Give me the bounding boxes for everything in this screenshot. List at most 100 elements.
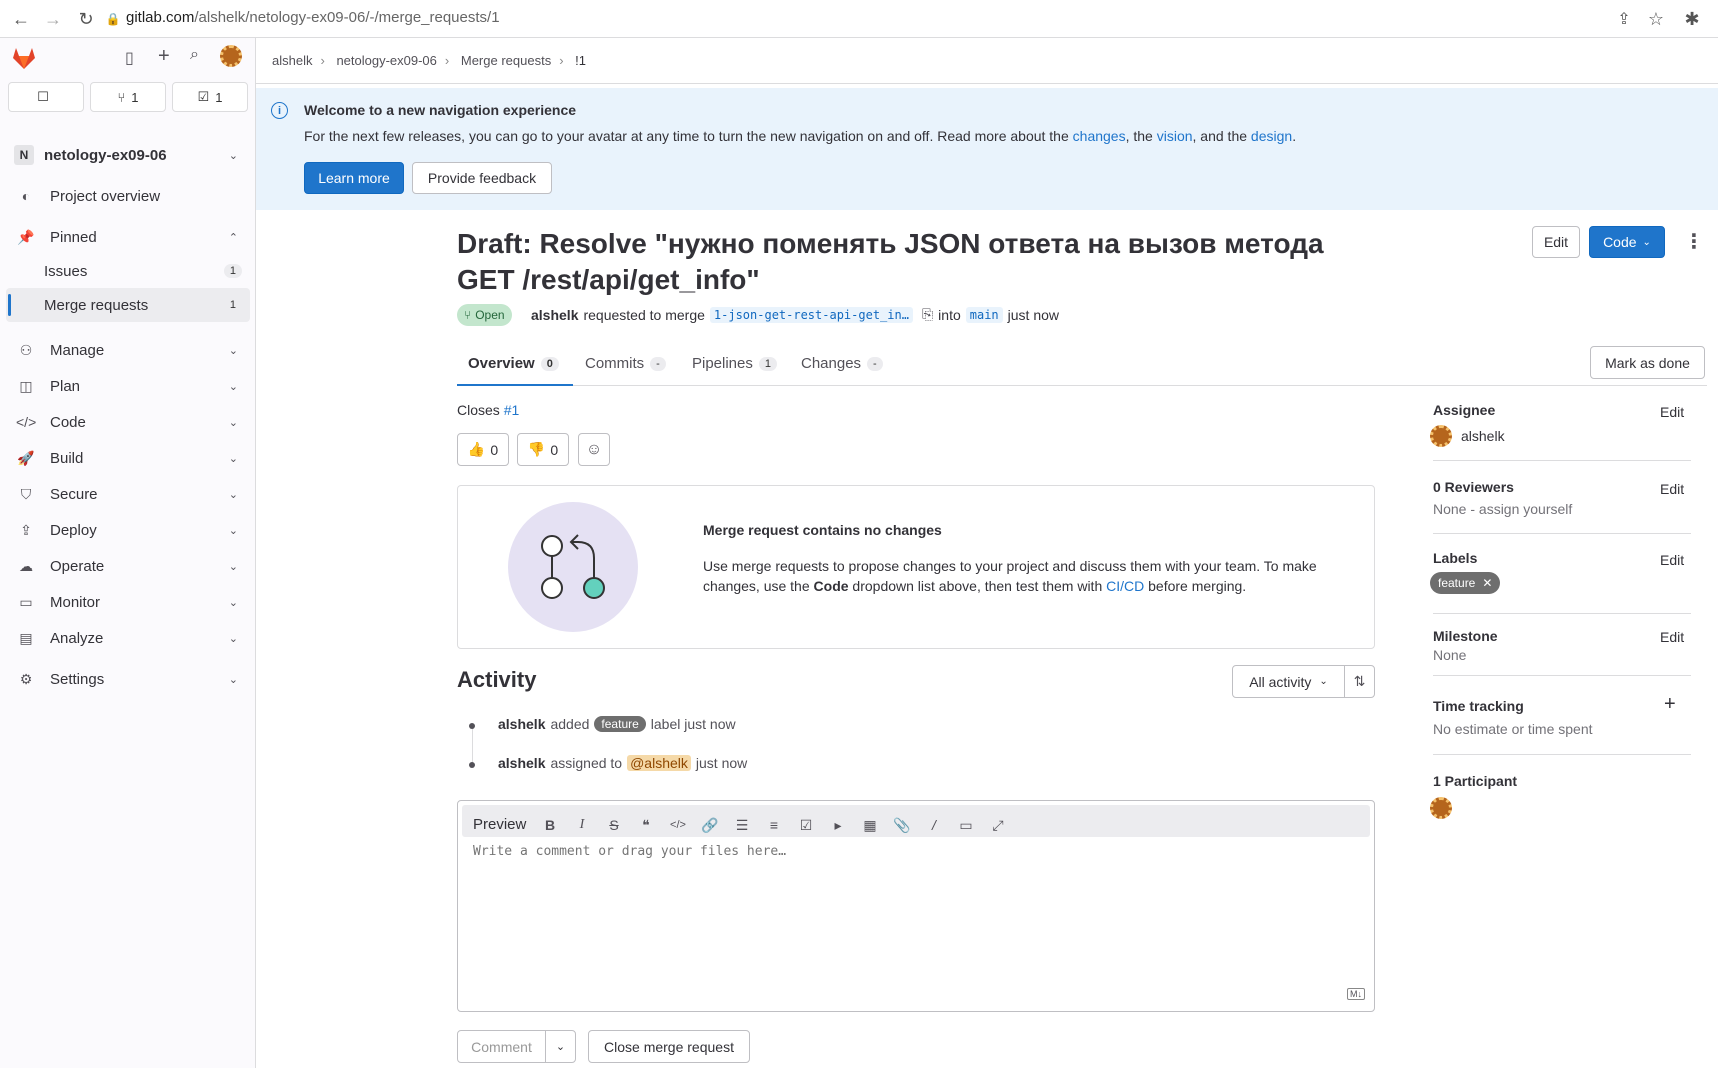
edit-button[interactable]: Edit [1532, 226, 1580, 258]
comment-template-icon[interactable]: ▭ [954, 813, 978, 837]
thumbs-up-button[interactable]: 👍 0 [457, 433, 509, 466]
reviewers-heading: 0 Reviewers [1433, 479, 1514, 495]
issue-link[interactable]: #1 [504, 402, 520, 418]
close-merge-request-button[interactable]: Close merge request [588, 1030, 750, 1063]
plus-icon[interactable]: + [158, 45, 170, 68]
sort-order-button[interactable]: ⇅ [1344, 665, 1375, 698]
tab-changes[interactable]: Changes - [801, 355, 883, 372]
activity-filter-dropdown[interactable]: All activity ⌄ [1232, 665, 1345, 698]
code-icon[interactable]: </> [666, 813, 690, 837]
sidebar-item-secure[interactable]: ⛉ Secure ⌄ [6, 477, 250, 511]
activity-heading: Activity [457, 667, 537, 692]
todos-counter[interactable]: ☑ 1 [172, 82, 248, 112]
more-actions-icon[interactable]: ⋮ [1684, 228, 1704, 256]
merge-requests-counter[interactable]: ⑂ 1 [90, 82, 166, 112]
vision-link[interactable]: vision [1157, 128, 1193, 144]
tab-pipelines[interactable]: Pipelines 1 [692, 355, 777, 372]
address-bar[interactable]: gitlab.com/alshelk/netology-ex09-06/-/me… [126, 9, 500, 26]
back-icon[interactable]: ← [9, 7, 33, 31]
tab-overview[interactable]: Overview 0 [468, 355, 559, 372]
chart-icon: ▤ [19, 629, 33, 646]
comment-options-dropdown[interactable]: ⌄ [545, 1030, 576, 1063]
bold-icon[interactable]: B [538, 813, 562, 837]
sidebar-item-settings[interactable]: ⚙ Settings ⌄ [6, 662, 250, 696]
copy-icon[interactable]: ⎘ [922, 306, 933, 323]
issues-counter[interactable]: ☐ [8, 82, 84, 112]
italic-icon[interactable]: I [570, 813, 594, 837]
breadcrumb-mr[interactable]: !1 [575, 53, 586, 68]
sidebar-item-operate[interactable]: ☁ Operate ⌄ [6, 549, 250, 583]
sidebar-item-project-overview[interactable]: ◐ Project overview [6, 179, 250, 213]
learn-more-button[interactable]: Learn more [304, 162, 404, 194]
sidebar-item-build[interactable]: 🚀 Build ⌄ [6, 441, 250, 475]
numbered-list-icon[interactable]: ≡ [762, 813, 786, 837]
comment-textarea[interactable] [462, 844, 1370, 984]
user-mention[interactable]: @alshelk [627, 755, 691, 771]
sidebar-item-monitor[interactable]: ▭ Monitor ⌄ [6, 585, 250, 619]
quick-action-icon[interactable]: / [922, 813, 946, 837]
avatar[interactable] [220, 45, 242, 67]
breadcrumb-merge-requests[interactable]: Merge requests [461, 53, 551, 68]
collapsible-icon[interactable]: ▸ [826, 813, 850, 837]
reload-icon[interactable]: ↻ [74, 7, 98, 31]
changes-link[interactable]: changes [1073, 128, 1126, 144]
sidebar-item-plan[interactable]: ◫ Plan ⌄ [6, 369, 250, 403]
thumbs-down-button[interactable]: 👎 0 [517, 433, 569, 466]
preview-tab[interactable]: Preview [473, 813, 526, 837]
reviewers-value[interactable]: None - assign yourself [1433, 501, 1572, 517]
avatar[interactable] [1430, 797, 1452, 819]
bookmark-star-icon[interactable]: ☆ [1644, 7, 1668, 31]
table-icon[interactable]: ▦ [858, 813, 882, 837]
label-pill[interactable]: feature [594, 716, 646, 732]
strikethrough-icon[interactable]: S [602, 813, 626, 837]
search-icon[interactable]: ⌕ [190, 46, 199, 64]
assignee-edit-link[interactable]: Edit [1660, 404, 1684, 420]
sidebar-item-pinned[interactable]: 📌 Pinned ⌃ [6, 220, 250, 254]
attach-icon[interactable]: 📎 [890, 813, 914, 837]
plus-icon[interactable]: + [1664, 693, 1676, 716]
mark-as-done-button[interactable]: Mark as done [1590, 346, 1705, 379]
avatar[interactable] [1430, 425, 1452, 447]
project-switcher[interactable]: N netology-ex09-06 ⌄ [6, 138, 250, 172]
milestone-edit-link[interactable]: Edit [1660, 629, 1684, 645]
code-dropdown-button[interactable]: Code ⌄ [1589, 226, 1665, 258]
close-icon[interactable]: ✕ [1482, 576, 1492, 590]
tab-commits[interactable]: Commits - [585, 355, 666, 372]
author-link[interactable]: alshelk [531, 307, 578, 323]
fullscreen-icon[interactable]: ⤢ [986, 813, 1010, 837]
target-branch[interactable]: main [965, 306, 1003, 323]
sidebar-item-issues[interactable]: Issues 1 [6, 254, 250, 288]
bullet-list-icon[interactable]: ☰ [730, 813, 754, 837]
reviewers-edit-link[interactable]: Edit [1660, 481, 1684, 497]
comment-button[interactable]: Comment [457, 1030, 546, 1063]
sidebar-item-analyze[interactable]: ▤ Analyze ⌄ [6, 621, 250, 655]
extensions-icon[interactable]: ✱ [1680, 7, 1704, 31]
markdown-icon: M↓ [1347, 988, 1365, 1000]
breadcrumb-user[interactable]: alshelk [272, 53, 312, 68]
quote-icon[interactable]: ❝ [634, 813, 658, 837]
sidebar-item-code[interactable]: </> Code ⌄ [6, 405, 250, 439]
lock-icon: 🔒 [105, 12, 121, 26]
assignee-name[interactable]: alshelk [1461, 428, 1505, 444]
sidebar-item-deploy[interactable]: ⇪ Deploy ⌄ [6, 513, 250, 547]
forward-icon[interactable]: → [41, 7, 65, 31]
toggle-sidebar-icon[interactable]: ▯ [125, 48, 134, 68]
task-list-icon[interactable]: ☑ [794, 813, 818, 837]
sidebar-item-manage[interactable]: ⚇ Manage ⌄ [6, 333, 250, 367]
link-icon[interactable]: 🔗 [698, 813, 722, 837]
design-link[interactable]: design [1251, 128, 1292, 144]
cicd-link[interactable]: CI/CD [1106, 578, 1144, 594]
add-reaction-button[interactable]: ☺ [578, 433, 610, 466]
sidebar-item-merge-requests[interactable]: Merge requests 1 [6, 288, 250, 322]
project-name: netology-ex09-06 [44, 146, 167, 164]
gitlab-logo-icon[interactable] [10, 44, 38, 72]
label-pill[interactable]: feature ✕ [1430, 572, 1501, 594]
provide-feedback-button[interactable]: Provide feedback [412, 162, 552, 194]
labels-edit-link[interactable]: Edit [1660, 552, 1684, 568]
source-branch[interactable]: 1-json-get-rest-api-get_in… [709, 306, 913, 323]
share-icon[interactable]: ⇪ [1612, 7, 1636, 31]
activity-user[interactable]: alshelk [498, 716, 545, 732]
project-avatar: N [14, 145, 34, 165]
activity-user[interactable]: alshelk [498, 755, 545, 771]
breadcrumb-project[interactable]: netology-ex09-06 [336, 53, 436, 68]
